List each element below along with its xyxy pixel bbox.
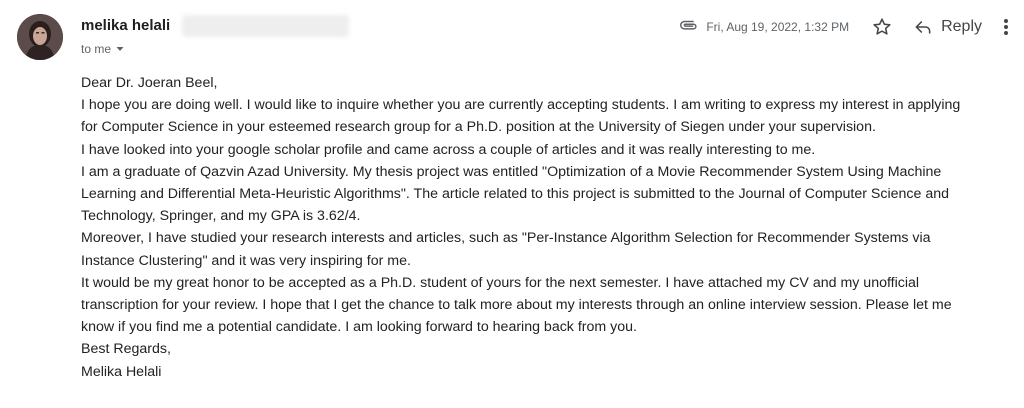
email-message-view: melika helali to me Fri, Aug 19, 2022, 1… [0,0,1024,408]
reply-label: Reply [941,18,982,35]
body-line: Moreover, I have studied your research i… [81,230,931,247]
body-line: I hope you are doing well. I would like … [81,97,961,114]
body-line: Learning and Differential Meta-Heuristic… [81,186,950,203]
recipient-label: to me [81,42,112,56]
sender-name[interactable]: melika helali [81,17,170,34]
message-meta: Fri, Aug 19, 2022, 1:32 PM Reply [678,12,1014,42]
sender-avatar[interactable] [17,14,63,60]
message-body: Dear Dr. Joeran Beel, I hope you are doi… [81,72,1011,383]
star-outline-icon[interactable] [871,16,893,38]
body-line: know if you find me a potential candidat… [81,319,637,336]
message-date: Fri, Aug 19, 2022, 1:32 PM [706,20,850,34]
reply-button[interactable]: Reply [913,17,982,37]
body-line: I have looked into your google scholar p… [81,141,816,158]
paperclip-icon [680,20,697,30]
body-line: Technology, Springer, and my GPA is 3.62… [81,208,361,225]
body-line: Best Regards, [81,341,171,358]
body-line: transcription for your review. I hope th… [81,297,952,314]
redacted-email-address [182,15,349,37]
reply-arrow-icon [915,21,931,34]
profile-photo-icon [17,14,63,60]
chevron-down-icon [116,47,124,51]
body-line: Melika Helali [81,363,162,380]
body-line: I am a graduate of Qazvin Azad Universit… [81,163,942,180]
more-vert-icon[interactable] [998,16,1014,38]
body-line: Instance Clustering" and it was very ins… [81,252,411,269]
body-line: for Computer Science in your esteemed re… [81,119,876,136]
body-line: Dear Dr. Joeran Beel, [81,75,218,91]
body-line: It would be my great honor to be accepte… [81,274,920,291]
recipient-details-toggle[interactable]: to me [81,42,125,56]
